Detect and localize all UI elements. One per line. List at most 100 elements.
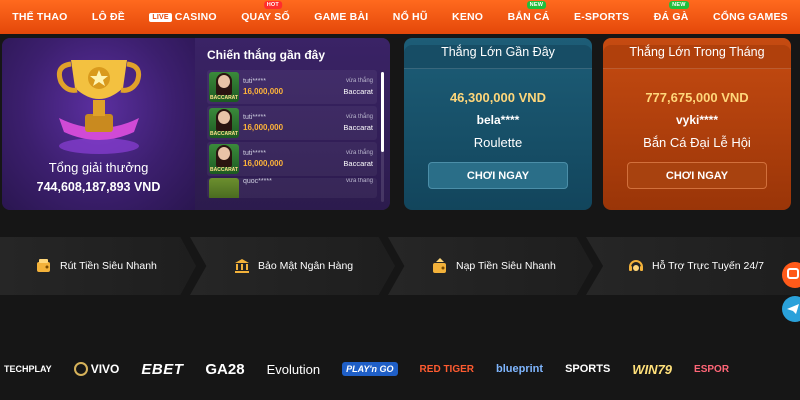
win-game: Baccarat xyxy=(343,123,373,132)
provider-playngo[interactable]: PLAY'n GO xyxy=(342,362,398,376)
card-game: Roulette xyxy=(473,135,523,150)
provider-esports[interactable]: ESPOR xyxy=(694,364,729,375)
hot-badge: HOT xyxy=(263,1,282,9)
provider-vivo[interactable]: VIVO xyxy=(73,362,120,376)
feature-label: Rút Tiền Siêu Nhanh xyxy=(60,260,157,272)
nav-lucky-draw[interactable]: HOT QUAY SỐ xyxy=(229,1,302,23)
provider-name: VIVO xyxy=(90,362,120,376)
vivo-logo-icon xyxy=(73,362,88,376)
nav-label: ĐÁ GÀ xyxy=(653,11,689,23)
recent-big-win-card: Thắng Lớn Gần Đây 46,300,000 VND bela***… xyxy=(404,38,592,210)
win-user: quoc***** xyxy=(243,178,272,185)
provider-ga28[interactable]: GA28 xyxy=(205,361,244,378)
provider-ebet[interactable]: EBET xyxy=(141,361,183,378)
feature-label: Hỗ Trợ Trực Tuyến 24/7 xyxy=(652,260,764,272)
win-tag: vừa thắng xyxy=(345,178,373,184)
provider-name: TECHPLAY xyxy=(4,364,52,374)
nav-casino[interactable]: LIVE CASINO xyxy=(137,11,229,23)
card-amount: 46,300,000 VND xyxy=(449,90,547,105)
game-thumbnail xyxy=(209,178,239,198)
nav-label: THỂ THAO xyxy=(12,11,68,23)
wallet-icon xyxy=(37,259,50,272)
win-user: tuti***** xyxy=(243,150,266,157)
baccarat-thumbnail: BACCARAT xyxy=(209,108,239,138)
telegram-icon xyxy=(787,304,799,314)
nav-game-portal[interactable]: CỔNG GAMES xyxy=(701,11,800,23)
nav-card-games[interactable]: GAME BÀI xyxy=(302,11,381,23)
win-amount: 16,000,000 xyxy=(243,123,284,132)
provider-sports[interactable]: SPORTS xyxy=(565,363,610,375)
scrollbar[interactable] xyxy=(381,72,384,202)
nav-cockfight[interactable]: NEW ĐÁ GÀ xyxy=(642,1,701,23)
nav-sports[interactable]: THỂ THAO xyxy=(0,11,80,23)
main-nav: THỂ THAO LÔ ĐỀ LIVE CASINO HOT QUAY SỐ GAM… xyxy=(0,0,800,34)
win-tag: vừa thắng xyxy=(345,114,373,120)
nav-keno[interactable]: KENO xyxy=(440,11,496,23)
win-row[interactable]: BACCARAT tuti***** vừa thắng 16,000,000 … xyxy=(207,106,377,140)
chat-float-button[interactable] xyxy=(782,262,800,288)
provider-red-tiger[interactable]: RED TIGER xyxy=(420,364,474,375)
win-row[interactable]: BACCARAT tuti***** vừa thắng 16,000,000 … xyxy=(207,142,377,176)
feature-support: Hỗ Trợ Trực Tuyến 24/7 xyxy=(586,237,800,295)
baccarat-thumbnail: BACCARAT xyxy=(209,72,239,102)
nav-label: CASINO xyxy=(174,11,217,23)
provider-name: PLAY'n GO xyxy=(346,364,394,374)
nav-fishing[interactable]: NEW BẮN CÁ xyxy=(495,1,561,23)
nav-label: BẮN CÁ xyxy=(507,11,550,23)
features-strip: Rút Tiền Siêu Nhanh Bảo Mật Ngân Hàng Nạ… xyxy=(0,237,800,295)
win-game: Baccarat xyxy=(343,159,373,168)
provider-win79[interactable]: WIN79 xyxy=(632,362,672,377)
monthly-big-win-card: Thắng Lớn Trong Tháng 777,675,000 VND vy… xyxy=(603,38,791,210)
baccarat-thumbnail: BACCARAT xyxy=(209,144,239,174)
card-title: Thắng Lớn Trong Tháng xyxy=(629,45,765,59)
win-amount: 16,000,000 xyxy=(243,159,284,168)
jackpot-amount: 744,608,187,893 VND xyxy=(36,180,161,194)
provider-name: blueprint xyxy=(496,363,544,375)
nav-slots[interactable]: NỔ HŨ xyxy=(381,11,440,23)
nav-label: NỔ HŨ xyxy=(392,11,428,23)
nav-label: LÔ ĐỀ xyxy=(91,11,125,23)
jackpot-panel: Tổng giải thưởng 744,608,187,893 VND Chi… xyxy=(2,38,390,210)
feature-label: Nạp Tiền Siêu Nhanh xyxy=(456,260,556,272)
jackpot-summary: Tổng giải thưởng 744,608,187,893 VND xyxy=(2,38,195,210)
recent-wins: Chiến thắng gần đây BACCARAT tuti***** v… xyxy=(195,38,390,210)
win-tag: vừa thắng xyxy=(345,150,373,156)
provider-name: RED TIGER xyxy=(419,363,474,375)
recent-wins-title: Chiến thắng gần đây xyxy=(207,48,326,62)
win-row[interactable]: quoc***** vừa thắng xyxy=(207,178,377,198)
provider-logos: TECHPLAY VIVO EBET GA28 Evolution PLAY'n… xyxy=(0,352,800,386)
card-user: vyki**** xyxy=(675,113,719,127)
trophy-icon xyxy=(56,60,142,154)
provider-name: GA28 xyxy=(205,360,245,378)
provider-evolution[interactable]: Evolution xyxy=(267,362,320,377)
win-game: Baccarat xyxy=(343,87,373,96)
feature-fast-deposit: Nạp Tiền Siêu Nhanh xyxy=(388,237,593,295)
play-now-button[interactable]: CHƠI NGAY xyxy=(627,162,767,189)
provider-blueprint[interactable]: blueprint xyxy=(496,363,543,375)
feature-label: Bảo Mật Ngân Hàng xyxy=(258,260,354,272)
card-game: Bắn Cá Đại Lễ Hội xyxy=(643,135,751,150)
telegram-float-button[interactable] xyxy=(782,296,800,322)
card-amount: 777,675,000 VND xyxy=(645,90,749,105)
deposit-icon xyxy=(433,258,446,273)
provider-name: SPORTS xyxy=(565,363,611,375)
jackpot-title: Tổng giải thưởng xyxy=(48,160,149,175)
nav-label: E-SPORTS xyxy=(574,11,630,23)
nav-esports[interactable]: E-SPORTS xyxy=(562,11,642,23)
nav-label: QUAY SỐ xyxy=(241,11,290,23)
win-user: tuti***** xyxy=(243,114,266,121)
chat-icon xyxy=(787,268,799,279)
provider-techplay[interactable]: TECHPLAY xyxy=(4,364,52,374)
provider-name: WIN79 xyxy=(632,361,673,377)
play-now-button[interactable]: CHƠI NGAY xyxy=(428,162,568,189)
provider-name: Evolution xyxy=(266,361,321,377)
headset-icon xyxy=(629,260,643,271)
nav-label: GAME BÀI xyxy=(314,11,369,23)
feature-bank-security: Bảo Mật Ngân Hàng xyxy=(190,237,395,295)
nav-lottery[interactable]: LÔ ĐỀ xyxy=(80,11,138,23)
card-title: Thắng Lớn Gần Đây xyxy=(441,45,555,59)
win-tag: vừa thắng xyxy=(345,78,373,84)
win-row[interactable]: BACCARAT tuti***** vừa thắng 16,000,000 … xyxy=(207,70,377,104)
provider-name: ESPOR xyxy=(694,363,730,375)
card-user: bela**** xyxy=(476,113,520,127)
